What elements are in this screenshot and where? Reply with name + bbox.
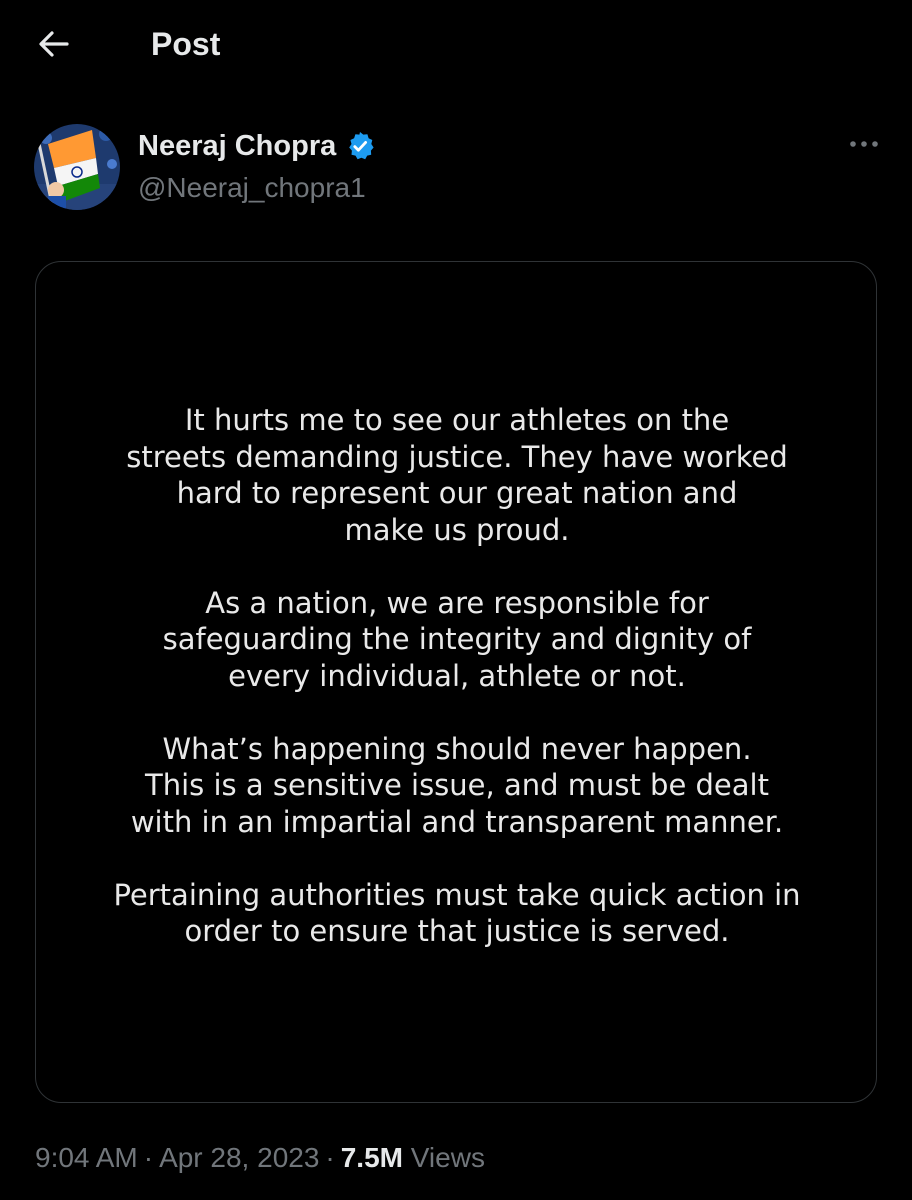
separator: · xyxy=(325,1142,335,1173)
verified-badge-icon xyxy=(349,132,374,160)
separator: · xyxy=(143,1142,154,1173)
name-row: Neeraj Chopra xyxy=(138,128,376,164)
post-metadata: 9:04 AM · Apr 28, 2023 · 7.5M Views xyxy=(35,1140,485,1176)
statement-paragraph: Pertaining authorities must take quick a… xyxy=(113,877,801,949)
views-count[interactable]: 7.5M xyxy=(341,1142,403,1173)
post-author: Neeraj Chopra @Neeraj_chopra1 xyxy=(34,122,884,212)
more-options-button[interactable] xyxy=(844,132,884,156)
arrow-left-icon xyxy=(39,31,69,57)
post-media-image[interactable]: It hurts me to see our athletes on the s… xyxy=(35,261,877,1103)
avatar-photo xyxy=(34,124,120,210)
page-title: Post xyxy=(151,26,221,62)
top-bar: Post xyxy=(0,0,912,88)
post-time[interactable]: 9:04 AM xyxy=(35,1142,138,1173)
back-button[interactable] xyxy=(34,24,74,64)
views-label[interactable]: Views xyxy=(411,1142,485,1173)
display-name[interactable]: Neeraj Chopra xyxy=(138,128,336,164)
post-date[interactable]: Apr 28, 2023 xyxy=(159,1142,319,1173)
statement-paragraph: What’s happening should never happen. Th… xyxy=(130,731,784,839)
user-handle[interactable]: @Neeraj_chopra1 xyxy=(138,170,366,206)
statement-text: It hurts me to see our athletes on the s… xyxy=(36,402,876,950)
avatar[interactable] xyxy=(34,124,120,210)
statement-paragraph: It hurts me to see our athletes on the s… xyxy=(126,403,788,547)
statement-paragraph: As a nation, we are responsible for safe… xyxy=(162,585,752,693)
more-horizontal-icon xyxy=(850,141,878,147)
